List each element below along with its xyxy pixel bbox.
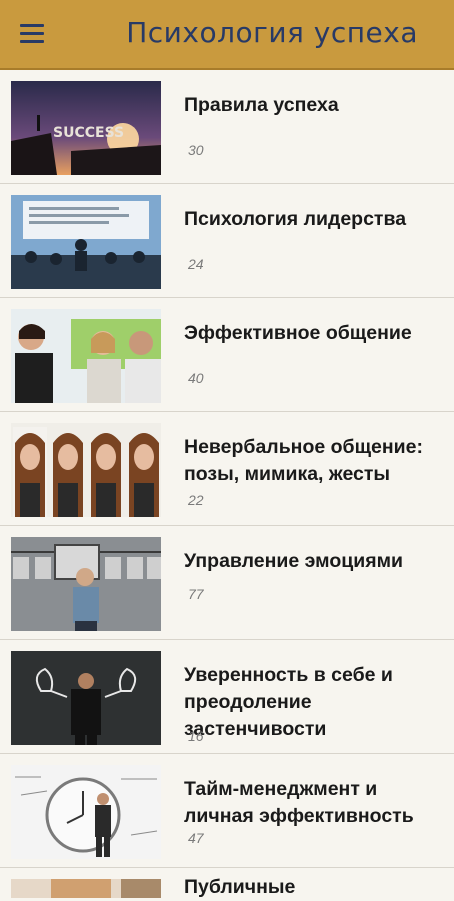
list-item[interactable]: Управление эмоциями 77 <box>0 526 454 640</box>
app-title: Психология успеха <box>126 16 418 49</box>
thumbnail-woman-facial-expressions <box>11 423 161 517</box>
item-count: 30 <box>188 142 204 158</box>
item-title: Публичные <box>184 876 296 898</box>
item-count: 22 <box>188 492 204 508</box>
list-item[interactable]: Уверенность в себе и преодоление застенч… <box>0 640 454 754</box>
item-count: 40 <box>188 370 204 386</box>
item-count: 47 <box>188 830 204 846</box>
thumbnail-public-speaking <box>11 879 161 898</box>
item-title: Психология лидерства <box>184 208 407 230</box>
thumbnail-man-giant-clock <box>11 765 161 859</box>
item-title: Эффективное общение <box>184 322 412 344</box>
thumbnail-success-silhouette: SUCCESS <box>11 81 161 175</box>
item-title: Управление эмоциями <box>184 550 404 572</box>
item-title: Правила успеха <box>184 94 339 116</box>
topic-list: SUCCESS Правила успеха 30 Психология лид… <box>0 70 454 898</box>
list-item[interactable]: SUCCESS Правила успеха 30 <box>0 70 454 184</box>
list-item[interactable]: Тайм-менеджмент и личная эффективность 4… <box>0 754 454 868</box>
list-item[interactable]: Психология лидерства 24 <box>0 184 454 298</box>
svg-text:SUCCESS: SUCCESS <box>53 125 124 141</box>
list-item[interactable]: Публичные <box>0 868 454 898</box>
item-count: 77 <box>188 586 204 602</box>
item-count: 24 <box>188 256 204 272</box>
thumbnail-man-with-frames <box>11 537 161 631</box>
item-title: Уверенность в себе и преодоление застенч… <box>184 664 393 740</box>
list-item[interactable]: Эффективное общение 40 <box>0 298 454 412</box>
thumbnail-man-chalkboard-muscles <box>11 651 161 745</box>
list-item[interactable]: Невербальное общение: позы, мимика, жест… <box>0 412 454 526</box>
thumbnail-business-conversation <box>11 309 161 403</box>
item-title: Невербальное общение: позы, мимика, жест… <box>184 436 423 485</box>
hamburger-menu-icon[interactable] <box>14 20 50 50</box>
item-count: 16 <box>188 728 204 744</box>
app-bar: Психология успеха <box>0 0 454 70</box>
item-title: Тайм-менеджмент и личная эффективность <box>184 778 414 827</box>
thumbnail-presentation-audience <box>11 195 161 289</box>
